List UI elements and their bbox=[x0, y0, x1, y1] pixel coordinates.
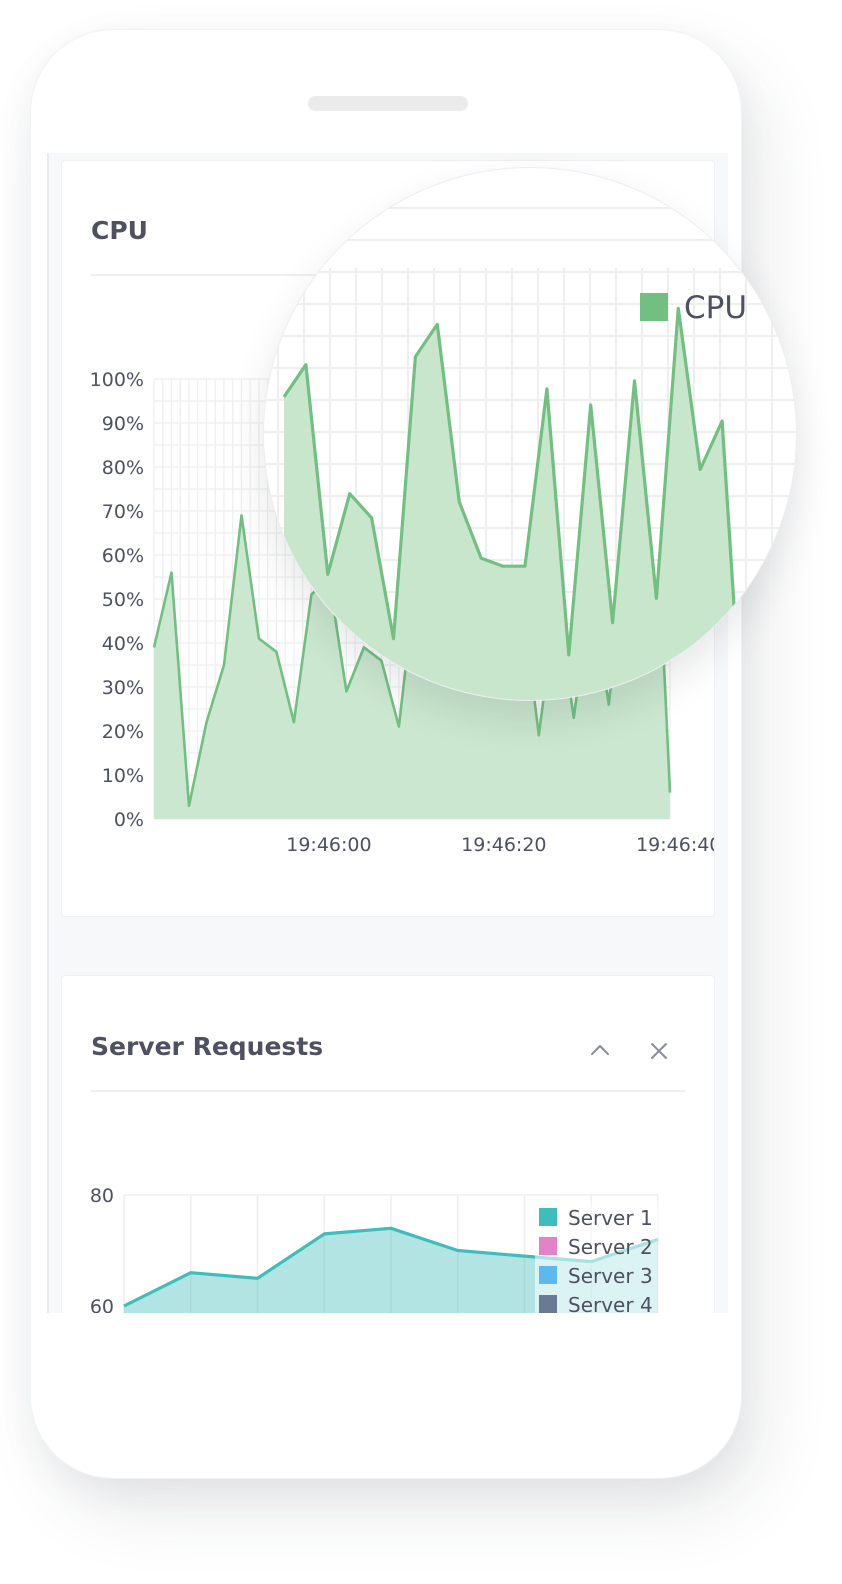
magnified-plot bbox=[264, 207, 796, 700]
cpu-y-tick-label: 90% bbox=[102, 413, 144, 435]
server-requests-chart[interactable]: 80 60 Server 1 Server 2 Server 3 Server 4 bbox=[62, 976, 714, 1313]
requests-y-tick-label: 60 bbox=[90, 1296, 114, 1313]
server-3-legend-label: Server 3 bbox=[568, 1264, 653, 1288]
cpu-x-tick-label: 19:46:40 bbox=[636, 834, 714, 856]
magnified-cpu-chart: CPU bbox=[264, 207, 796, 700]
server-3-legend-swatch bbox=[539, 1266, 557, 1284]
magnifier-loupe: CPU bbox=[264, 168, 796, 700]
requests-legend: Server 1 Server 2 Server 3 Server 4 bbox=[535, 1201, 665, 1313]
cpu-y-tick-label: 30% bbox=[102, 677, 144, 699]
server-4-legend-swatch bbox=[539, 1295, 557, 1313]
cpu-y-tick-label: 80% bbox=[102, 457, 144, 479]
cpu-y-tick-label: 20% bbox=[102, 721, 144, 743]
server-1-legend-label: Server 1 bbox=[568, 1206, 653, 1230]
cpu-x-tick-label: 19:46:00 bbox=[286, 834, 371, 856]
server-requests-card: Server Requests 80 60 Server 1 Server 2 Serv… bbox=[61, 975, 715, 1313]
server-2-legend-swatch bbox=[539, 1237, 557, 1255]
cpu-legend-swatch bbox=[640, 293, 668, 321]
cpu-y-tick-label: 0% bbox=[114, 809, 144, 831]
cpu-y-tick-label: 50% bbox=[102, 589, 144, 611]
cpu-y-tick-label: 10% bbox=[102, 765, 144, 787]
cpu-y-tick-label: 40% bbox=[102, 633, 144, 655]
phone-speaker bbox=[308, 96, 468, 111]
server-1-legend-swatch bbox=[539, 1208, 557, 1226]
requests-y-tick-label: 80 bbox=[90, 1185, 114, 1207]
cpu-y-tick-label: 70% bbox=[102, 501, 144, 523]
cpu-legend-label: CPU bbox=[684, 290, 747, 326]
magnifier-lens: CPU bbox=[264, 168, 796, 700]
server-4-legend-label: Server 4 bbox=[568, 1293, 653, 1313]
server-2-legend-label: Server 2 bbox=[568, 1235, 653, 1259]
cpu-x-tick-label: 19:46:20 bbox=[461, 834, 546, 856]
cpu-y-tick-label: 100% bbox=[90, 369, 144, 391]
cpu-y-tick-label: 60% bbox=[102, 545, 144, 567]
